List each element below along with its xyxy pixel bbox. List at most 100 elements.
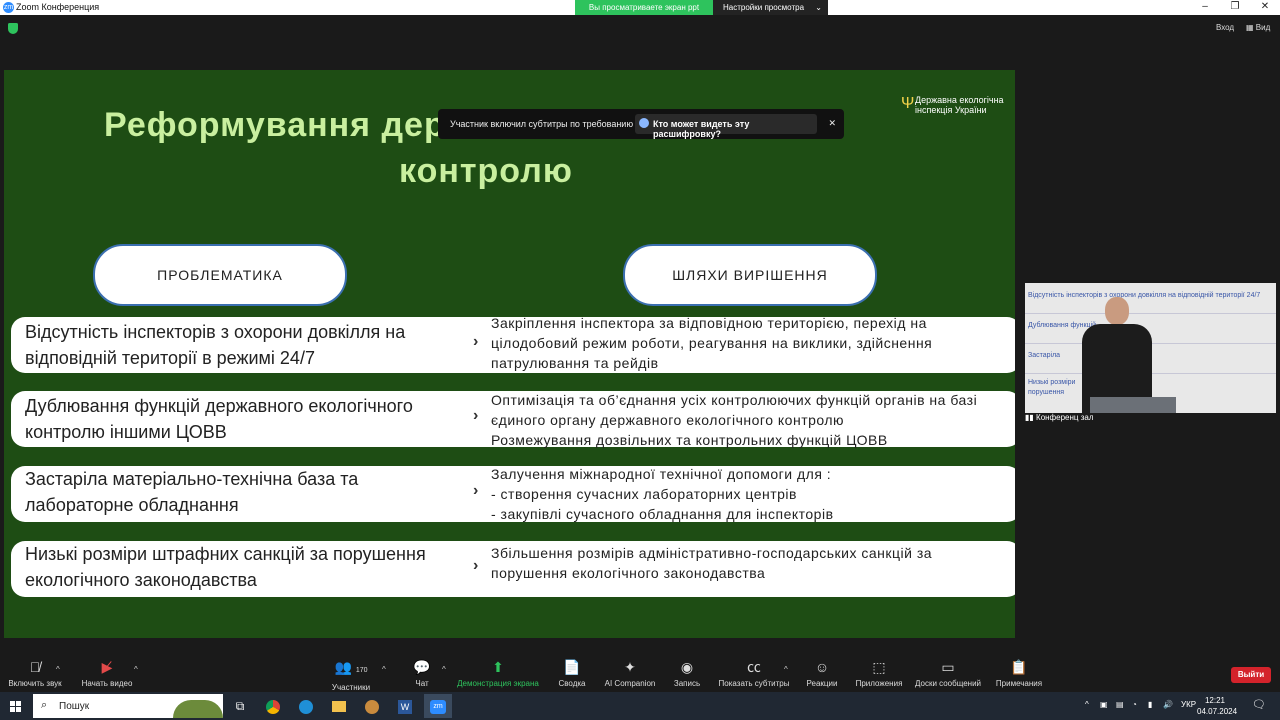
- whiteboards-button[interactable]: ▭ Доски сообщений: [912, 657, 984, 688]
- window-titlebar: zm Zoom Конференция Вы просматриваете эк…: [0, 0, 1280, 15]
- chat-button[interactable]: 💬 Чат: [406, 657, 438, 688]
- notes-button[interactable]: 📋 Примечания: [992, 657, 1046, 688]
- participants-caret-icon[interactable]: ^: [382, 665, 386, 674]
- wifi-icon[interactable]: ◔: [1132, 700, 1137, 709]
- reactions-button[interactable]: ☺ Реакции: [804, 657, 840, 688]
- maximize-icon[interactable]: ❐: [1220, 0, 1250, 15]
- slide-row: Відсутність інспекторів з охорони довкіл…: [11, 315, 1015, 373]
- inspection-logo: Ψ Державна екологічна інспекція України: [901, 95, 1011, 125]
- chat-label: Чат: [415, 679, 429, 688]
- solution-text: Закріплення інспектора за відповідною те…: [491, 315, 933, 371]
- solution-text: Збільшення розмірів адміністративно-госп…: [491, 545, 933, 581]
- tray-chevron-icon[interactable]: ^: [1085, 700, 1089, 709]
- taskbar-search[interactable]: ⌕ Пошук: [33, 694, 223, 718]
- signin-label: Вход: [1216, 23, 1235, 32]
- column-header-problems: ПРОБЛЕМАТИКА: [93, 244, 347, 306]
- divider: [1025, 313, 1276, 314]
- view-settings-button[interactable]: Настройки просмотра ⌄: [713, 0, 828, 15]
- problem-text: Дублювання функцій державного екологічно…: [25, 396, 413, 442]
- record-label: Запись: [673, 679, 701, 688]
- zoom-app-icon: zm: [3, 2, 14, 13]
- search-placeholder: Пошук: [59, 701, 90, 712]
- participant-name: Конференц зал: [1036, 413, 1094, 422]
- screen-text: порушення: [1028, 389, 1065, 396]
- record-button[interactable]: ◉ Запись: [670, 657, 704, 688]
- notifications-icon[interactable]: 🗨: [1252, 698, 1266, 711]
- captions-button[interactable]: ㏄ Показать субтитры: [716, 657, 792, 688]
- close-banner-icon[interactable]: ✕: [828, 118, 836, 129]
- arrow-icon: ›: [473, 482, 479, 499]
- word-icon[interactable]: W: [391, 694, 419, 718]
- apps-label: Приложения: [855, 679, 903, 688]
- share-screen-label: Демонстрация экрана: [457, 679, 539, 688]
- problem-text: Відсутність інспекторів з охорони довкіл…: [25, 322, 406, 368]
- caption-notice: Участник включил субтитры по требованию: [450, 119, 634, 129]
- zoom-taskbar-icon[interactable]: zm: [424, 694, 452, 718]
- battery-icon[interactable]: ▮: [1148, 700, 1152, 709]
- windows-taskbar: ⌕ Пошук ⧉ W zm ^ ▣ ▤ ◔ ▮ 🔊 УКР 12:21 04.…: [0, 692, 1280, 720]
- caption-banner: Участник включил субтитры по требованию …: [438, 109, 844, 139]
- audio-options-caret-icon[interactable]: ^: [56, 665, 60, 674]
- apps-button[interactable]: ⬚ Приложения: [852, 657, 906, 688]
- minimize-icon[interactable]: –: [1190, 0, 1220, 15]
- video-options-caret-icon[interactable]: ^: [134, 665, 138, 674]
- participants-button[interactable]: 👥 170 Участники: [326, 657, 376, 692]
- tray-app-icon[interactable]: ▤: [1116, 700, 1124, 709]
- summary-label: Сводка: [558, 679, 586, 688]
- trident-icon: Ψ: [901, 95, 915, 112]
- start-video-label: Начать видео: [81, 679, 133, 688]
- record-icon: ◉: [680, 659, 694, 675]
- share-screen-button[interactable]: ⬆ Демонстрация экрана: [456, 657, 540, 688]
- arrow-icon: ›: [473, 407, 479, 424]
- volume-icon[interactable]: 🔊: [1163, 700, 1173, 709]
- leave-button[interactable]: Выйти: [1231, 667, 1271, 683]
- signin-button[interactable]: Вход: [1216, 23, 1234, 32]
- sparkle-icon: ✦: [624, 659, 636, 675]
- slide-row: Дублювання функцій державного екологічно…: [11, 391, 1015, 448]
- tray-app-icon[interactable]: ▣: [1100, 700, 1108, 709]
- participants-label: Участники: [331, 683, 371, 692]
- search-icon: ⌕: [41, 699, 48, 711]
- screen-text: Дублювання функцій: [1028, 322, 1097, 329]
- transcript-visibility-link[interactable]: Кто может видеть эту расшифровку?: [635, 114, 817, 139]
- view-settings-label: Настройки просмотра: [723, 3, 805, 12]
- speaker-head: [1105, 297, 1129, 325]
- summary-button[interactable]: 📄 Сводка: [554, 657, 590, 688]
- clock-date: 04.07.2024: [1197, 707, 1238, 716]
- meeting-toolbar: 🎙̸ Включить звук ^ ▶̸ Начать видео ^ 👥 1…: [0, 657, 1280, 692]
- screen-text: Відсутність інспекторів з охорони довкіл…: [1028, 292, 1261, 299]
- ai-companion-button[interactable]: ✦ AI Companion: [602, 657, 658, 688]
- captions-caret-icon[interactable]: ^: [784, 665, 788, 674]
- task-view-icon[interactable]: ⧉: [226, 694, 254, 718]
- start-video-button[interactable]: ▶̸ Начать видео: [80, 657, 134, 688]
- people-icon: [639, 118, 649, 128]
- arrow-icon: ›: [473, 557, 479, 574]
- chevron-down-icon: ⌄: [815, 3, 822, 12]
- apps-icon: ⬚: [872, 659, 886, 675]
- slide-row: Застаріла матеріально-технічна база та л…: [11, 466, 1015, 522]
- taskbar-clock[interactable]: 12:21 04.07.2024: [1197, 695, 1238, 717]
- file-explorer-icon[interactable]: [325, 694, 353, 718]
- share-screen-icon: ⬆: [492, 659, 504, 675]
- encryption-shield-icon[interactable]: [8, 23, 18, 34]
- slide-row: Низькі розміри штрафних санкцій за поруш…: [11, 541, 1015, 597]
- view-label: Вид: [1255, 23, 1271, 32]
- participant-name-label: ▮▮ Конференц зал: [1025, 413, 1094, 422]
- shared-slide: Реформування державного екологічного кон…: [4, 70, 1015, 638]
- logo-text: Державна екологічна інспекція України: [915, 95, 1004, 115]
- chat-caret-icon[interactable]: ^: [442, 665, 446, 674]
- windows-start-icon[interactable]: [10, 701, 21, 712]
- chat-icon: 💬: [413, 659, 431, 675]
- edge-icon[interactable]: [292, 694, 320, 718]
- clock-time: 12:21: [1204, 696, 1226, 705]
- chrome-icon[interactable]: [259, 694, 287, 718]
- screen-share-notice: Вы просматриваете экран ppt: [575, 0, 713, 15]
- window-title: Zoom Конференция: [16, 2, 100, 12]
- close-icon[interactable]: ✕: [1250, 0, 1280, 15]
- unmute-label: Включить звук: [8, 679, 62, 688]
- view-button[interactable]: ▦ Вид: [1246, 23, 1270, 32]
- ai-companion-label: AI Companion: [604, 679, 656, 688]
- reactions-label: Реакции: [806, 679, 838, 688]
- language-indicator[interactable]: УКР: [1181, 700, 1196, 709]
- app-icon[interactable]: [358, 694, 386, 718]
